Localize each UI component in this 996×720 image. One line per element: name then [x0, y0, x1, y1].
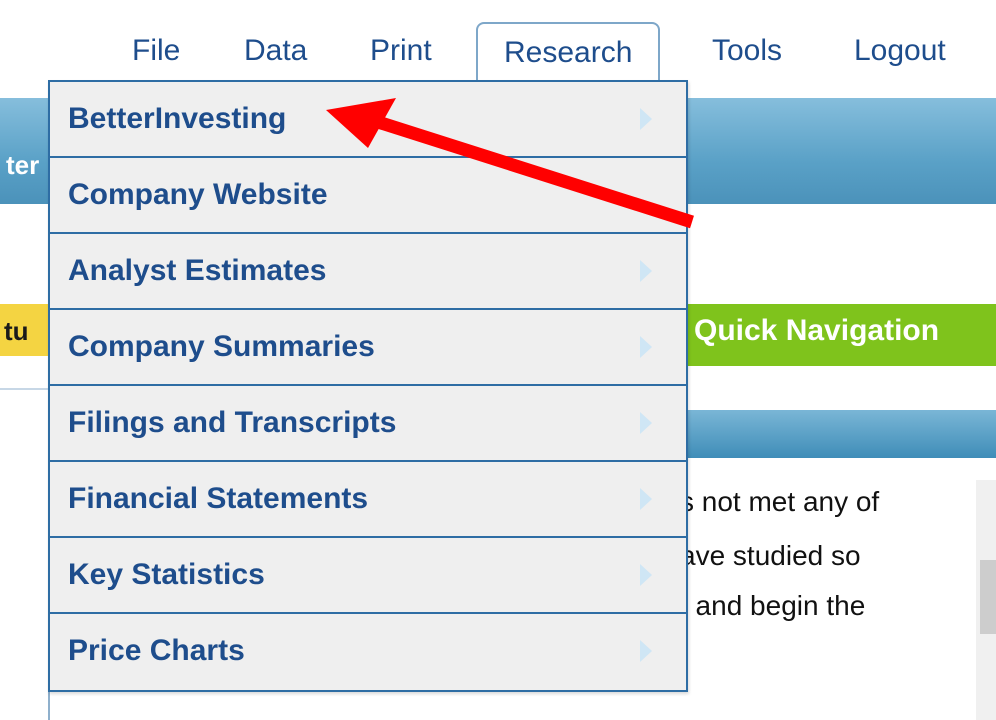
- menu-item-label: Price Charts: [68, 634, 245, 667]
- menu-item-betterinvesting[interactable]: BetterInvesting: [50, 82, 686, 158]
- research-dropdown: BetterInvesting Company Website Analyst …: [48, 80, 688, 692]
- menu-item-company-website[interactable]: Company Website: [50, 158, 686, 234]
- menu-item-company-summaries[interactable]: Company Summaries: [50, 310, 686, 386]
- menu-item-label: Company Summaries: [68, 330, 375, 363]
- menu-data[interactable]: Data: [244, 34, 307, 68]
- menu-item-label: Analyst Estimates: [68, 254, 327, 287]
- menu-item-label: Key Statistics: [68, 558, 265, 591]
- header-band-text: ter: [6, 150, 40, 180]
- menu-logout[interactable]: Logout: [854, 34, 946, 68]
- menubar: File Data Print Research Tools Logout: [0, 0, 996, 86]
- menu-item-key-statistics[interactable]: Key Statistics: [50, 538, 686, 614]
- menu-item-label: Filings and Transcripts: [68, 406, 397, 439]
- yellow-button-label: tu: [4, 316, 29, 346]
- chevron-right-icon: [640, 336, 652, 358]
- body-text-line: s not met any of: [680, 486, 880, 517]
- chevron-right-icon: [640, 564, 652, 586]
- menu-tools[interactable]: Tools: [712, 34, 782, 68]
- chevron-right-icon: [640, 488, 652, 510]
- menu-item-financial-statements[interactable]: Financial Statements: [50, 462, 686, 538]
- chevron-right-icon: [640, 260, 652, 282]
- divider: [0, 388, 48, 390]
- menu-item-label: Financial Statements: [68, 482, 369, 515]
- menu-item-label: Company Website: [68, 178, 328, 211]
- menu-print[interactable]: Print: [370, 34, 432, 68]
- chevron-right-icon: [640, 412, 652, 434]
- menu-file[interactable]: File: [132, 34, 180, 68]
- menu-research[interactable]: Research: [476, 22, 661, 84]
- chevron-right-icon: [640, 640, 652, 662]
- menu-item-filings-and-transcripts[interactable]: Filings and Transcripts: [50, 386, 686, 462]
- quick-navigation-label: Quick Navigation: [694, 314, 940, 347]
- body-text-line: / and begin the: [680, 590, 866, 621]
- menu-item-analyst-estimates[interactable]: Analyst Estimates: [50, 234, 686, 310]
- menu-item-label: BetterInvesting: [68, 102, 287, 135]
- body-text-line: ave studied so: [680, 540, 861, 571]
- scrollbar-thumb[interactable]: [980, 560, 996, 634]
- chevron-right-icon: [640, 108, 652, 130]
- menu-item-price-charts[interactable]: Price Charts: [50, 614, 686, 690]
